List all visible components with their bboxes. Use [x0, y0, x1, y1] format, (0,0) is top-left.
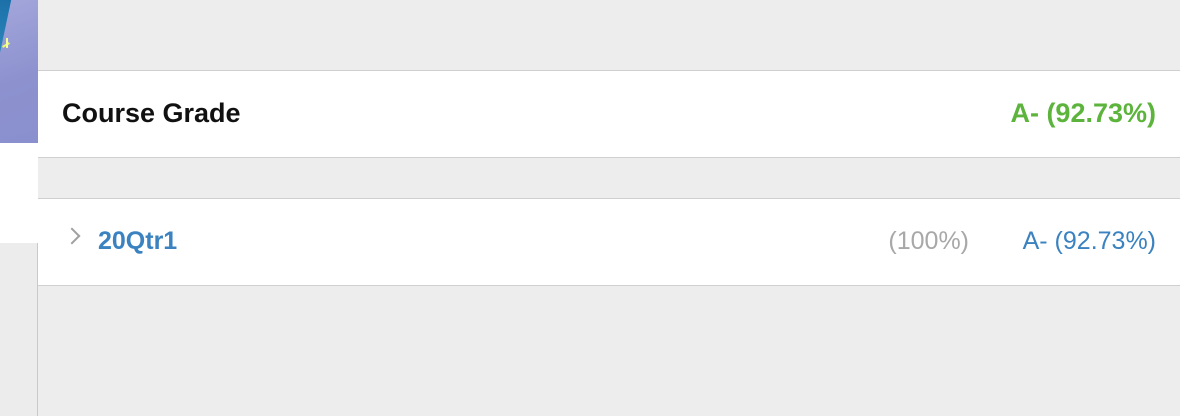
course-image-highlight-2 — [6, 38, 8, 48]
chevron-right-icon[interactable] — [63, 227, 81, 245]
grades-page: Course Grade A- (92.73%) 20Qtr1 (100%) A… — [0, 0, 1180, 416]
course-grade-label: Course Grade — [62, 98, 241, 128]
term-weight: (100%) — [888, 227, 969, 255]
term-name-link[interactable]: 20Qtr1 — [98, 225, 177, 257]
term-grade-value[interactable]: A- (92.73%) — [1023, 225, 1156, 257]
course-grade-value: A- (92.73%) — [1010, 98, 1156, 128]
course-grade-row: Course Grade A- (92.73%) — [38, 70, 1180, 158]
course-image[interactable] — [0, 0, 38, 143]
sidebar — [0, 0, 38, 416]
course-image-graphic — [0, 0, 12, 116]
grades-main: Course Grade A- (92.73%) 20Qtr1 (100%) A… — [38, 0, 1180, 416]
term-row[interactable]: 20Qtr1 (100%) A- (92.73%) — [38, 198, 1180, 286]
sidebar-panel — [0, 143, 38, 243]
